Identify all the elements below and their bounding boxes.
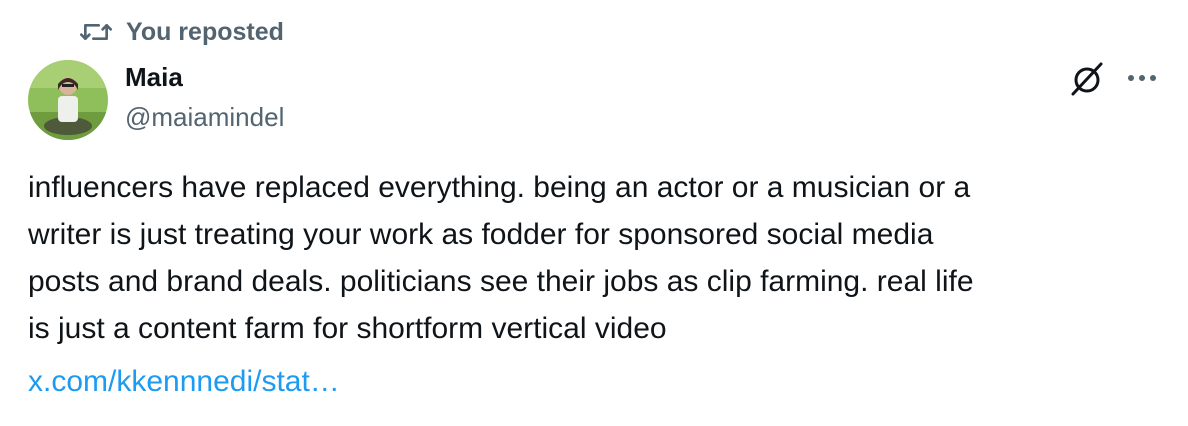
post-text: influencers have replaced everything. be…	[28, 171, 974, 345]
repost-icon	[80, 18, 112, 46]
repost-header: You reposted	[80, 14, 284, 50]
post-link[interactable]: x.com/kkennnedi/stat…	[28, 358, 340, 405]
author-name[interactable]: Maia	[125, 60, 183, 94]
more-icon[interactable]	[1122, 62, 1162, 94]
grok-icon[interactable]	[1066, 58, 1108, 100]
avatar[interactable]	[28, 60, 108, 140]
repost-label: You reposted	[126, 17, 284, 46]
author-handle[interactable]: @maiamindel	[125, 100, 284, 134]
